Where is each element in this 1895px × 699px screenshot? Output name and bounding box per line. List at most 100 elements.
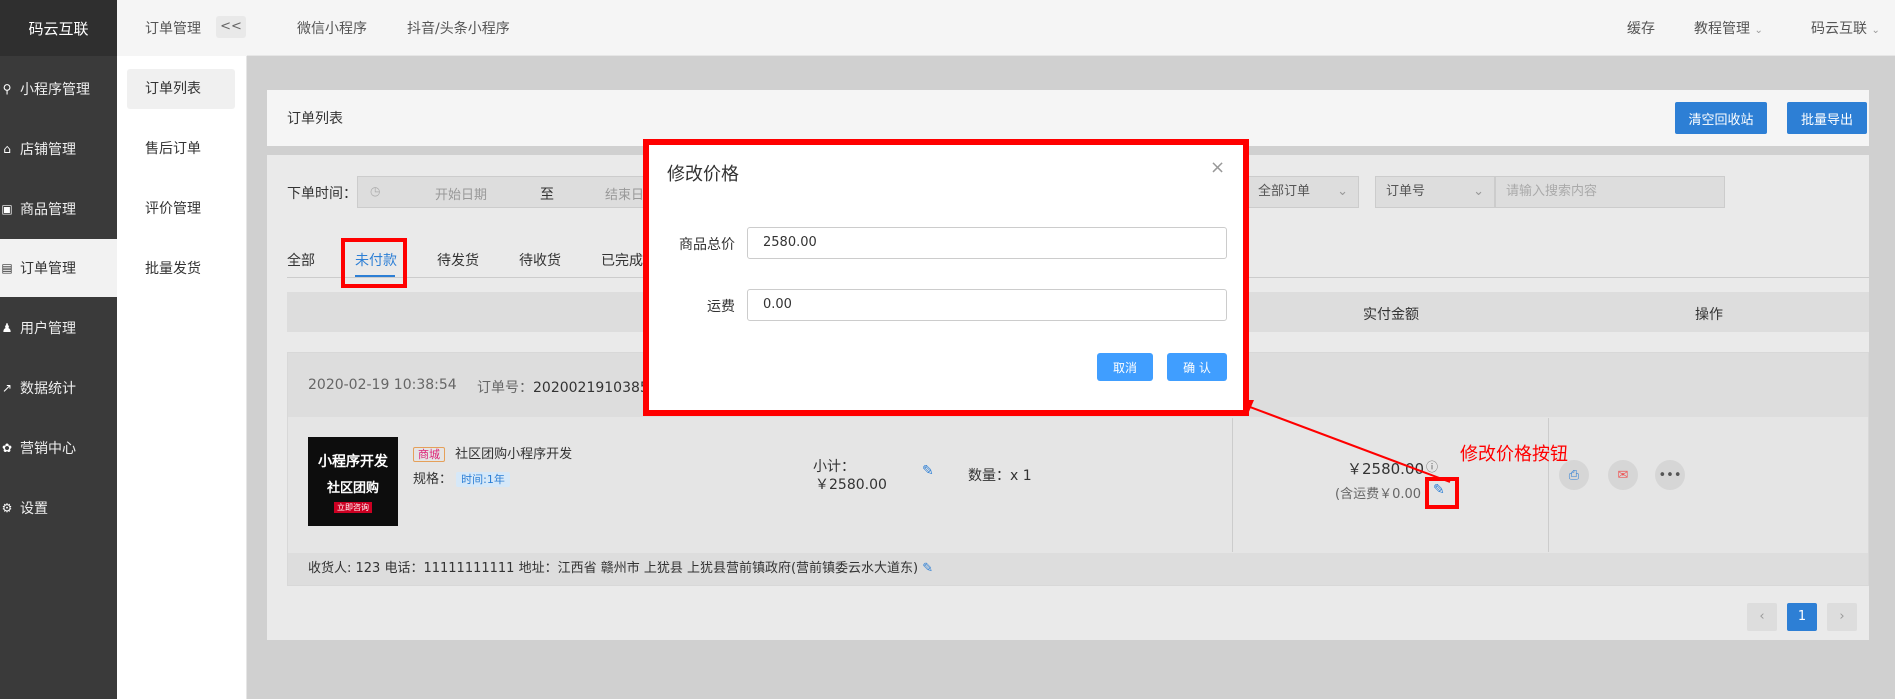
batch-export-button[interactable]: 批量导出 xyxy=(1787,102,1867,134)
sidebar-item-label: 用户管理 xyxy=(20,321,76,337)
tab-to-receive[interactable]: 待收货 xyxy=(519,250,561,270)
subtotal-value: ￥2580.00 xyxy=(815,477,887,493)
chevron-down-icon: ⌄ xyxy=(1871,25,1880,36)
edit-subtotal-icon[interactable]: ✎ xyxy=(922,463,934,479)
sidebar-item-store[interactable]: ⌂ 店铺管理 xyxy=(0,120,117,178)
sidebar-item-users[interactable]: ♟ 用户管理 xyxy=(0,299,117,357)
subnav-item-order-list[interactable]: 订单列表 xyxy=(127,69,235,109)
order-time: 2020-02-19 10:38:54 xyxy=(308,377,457,393)
product-thumbnail[interactable]: 小程序开发 社区团购 立即咨询 xyxy=(308,437,398,526)
top-tutorial-label: 教程管理 xyxy=(1694,21,1750,37)
clock-icon: ◷ xyxy=(370,184,381,198)
date-range-picker[interactable] xyxy=(357,176,647,208)
clear-recycle-button[interactable]: 清空回收站 xyxy=(1675,102,1767,134)
cancel-button[interactable]: 取消 xyxy=(1097,353,1153,381)
subnav-title: 订单管理 xyxy=(145,21,201,37)
shop-tag: 商城 xyxy=(413,447,445,462)
chevron-down-icon: ⌄ xyxy=(1337,184,1348,199)
product-spec-row: 规格： 时间:1年 xyxy=(413,468,510,487)
page-title: 订单列表 xyxy=(287,111,343,127)
top-link-wechat[interactable]: 微信小程序 xyxy=(297,18,367,38)
address-text: 收货人: 123 电话：11111111111 地址：江西省 赣州市 上犹县 上… xyxy=(308,561,919,576)
sidebar-item-label: 小程序管理 xyxy=(20,82,90,98)
tab-to-ship[interactable]: 待发货 xyxy=(437,250,479,270)
order-type-value: 全部订单 xyxy=(1258,184,1311,199)
goods-icon: ▣ xyxy=(1,202,13,216)
close-icon[interactable]: × xyxy=(1210,157,1225,178)
spec-value: 时间:1年 xyxy=(456,472,510,487)
sidebar-item-goods[interactable]: ▣ 商品管理 xyxy=(0,180,117,238)
column-header-action: 操作 xyxy=(1695,307,1723,323)
order-number: 订单号：202002191038548 xyxy=(477,377,667,397)
edit-address-icon[interactable]: ✎ xyxy=(922,561,933,576)
thumbnail-text-2: 社区团购 xyxy=(326,480,379,496)
dialog-title: 修改价格 xyxy=(667,164,739,185)
column-header-paid: 实付金额 xyxy=(1363,307,1419,323)
product-title-row: 商城 社区团购小程序开发 xyxy=(413,443,572,462)
sidebar-item-label: 营销中心 xyxy=(20,441,76,457)
gear-icon: ⚙ xyxy=(1,501,13,515)
subnav-item-aftersale[interactable]: 售后订单 xyxy=(127,129,235,169)
order-number-label: 订单号： xyxy=(477,380,533,396)
column-divider xyxy=(1548,418,1549,552)
sidebar-item-miniprogram[interactable]: ⚲ 小程序管理 xyxy=(0,60,117,118)
chevron-down-icon: ⌄ xyxy=(1754,25,1763,36)
sidebar-item-settings[interactable]: ⚙ 设置 xyxy=(0,479,117,537)
sidebar-item-label: 商品管理 xyxy=(20,202,76,218)
tab-completed[interactable]: 已完成 xyxy=(601,250,643,270)
top-account[interactable]: 码云互联 ⌄ xyxy=(1811,18,1880,38)
sidebar-item-orders[interactable]: ▤ 订单管理 xyxy=(0,239,117,297)
top-link-douyin[interactable]: 抖音/头条小程序 xyxy=(407,18,510,38)
search-field-select[interactable]: 订单号 ⌄ xyxy=(1375,176,1495,208)
sidebar-item-label: 店铺管理 xyxy=(20,142,76,158)
order-type-select[interactable]: 全部订单 ⌄ xyxy=(1247,176,1359,208)
highlight-box-unpaid-tab xyxy=(341,238,407,288)
subtotal-label: 小计： xyxy=(813,459,855,475)
date-separator: 至 xyxy=(540,187,554,203)
subnav-item-batch-ship[interactable]: 批量发货 xyxy=(127,249,235,289)
sidebar-item-label: 订单管理 xyxy=(20,261,76,277)
quantity: 数量：x 1 xyxy=(968,468,1032,484)
collapse-button[interactable]: << xyxy=(216,16,246,38)
sidebar-item-stats[interactable]: ↗ 数据统计 xyxy=(0,359,117,417)
sidebar-item-label: 设置 xyxy=(20,501,48,517)
card-header xyxy=(267,90,1869,146)
shipping-fee-input[interactable]: 0.00 xyxy=(747,289,1227,321)
top-tutorial[interactable]: 教程管理 ⌄ xyxy=(1694,18,1763,38)
order-icon: ▤ xyxy=(1,261,13,275)
sidebar-item-label: 数据统计 xyxy=(20,381,76,397)
more-icon[interactable]: ••• xyxy=(1655,460,1685,490)
message-icon[interactable]: ✉ xyxy=(1608,460,1638,490)
chevron-down-icon: ⌄ xyxy=(1473,184,1484,199)
end-date-input[interactable]: 结束日 xyxy=(605,184,644,203)
brand-logo: 码云互联 xyxy=(0,0,117,56)
marketing-icon: ✿ xyxy=(1,441,13,455)
search-field-value: 订单号 xyxy=(1386,184,1426,199)
thumbnail-text-1: 小程序开发 xyxy=(318,453,388,470)
shipping-fee-label: 运费 xyxy=(707,299,735,315)
annotation-arrow xyxy=(1232,400,1451,483)
pagination-page[interactable]: 1 xyxy=(1787,603,1817,631)
spec-label: 规格： xyxy=(413,472,453,487)
total-price-label: 商品总价 xyxy=(679,237,735,253)
pagination-next[interactable]: › xyxy=(1827,603,1857,631)
pagination-prev[interactable]: ‹ xyxy=(1747,603,1777,631)
tab-all[interactable]: 全部 xyxy=(287,250,315,270)
chart-icon: ↗ xyxy=(1,381,13,395)
start-date-input[interactable]: 开始日期 xyxy=(435,184,487,203)
user-icon: ♟ xyxy=(1,321,13,335)
search-input[interactable]: 请输入搜索内容 xyxy=(1495,176,1725,208)
filter-time-label: 下单时间： xyxy=(287,186,357,202)
total-price-input[interactable]: 2580.00 xyxy=(747,227,1227,259)
subnav-item-reviews[interactable]: 评价管理 xyxy=(127,189,235,229)
product-name[interactable]: 社区团购小程序开发 xyxy=(455,447,572,462)
annotation-label: 修改价格按钮 xyxy=(1460,444,1568,465)
top-account-label: 码云互联 xyxy=(1811,21,1867,37)
confirm-button[interactable]: 确 认 xyxy=(1167,353,1227,381)
thumbnail-text-3: 立即咨询 xyxy=(334,501,372,513)
shipping-address: 收货人: 123 电话：11111111111 地址：江西省 赣州市 上犹县 上… xyxy=(288,553,1868,585)
link-icon: ⚲ xyxy=(2,82,12,96)
store-icon: ⌂ xyxy=(3,142,11,156)
sidebar-item-marketing[interactable]: ✿ 营销中心 xyxy=(0,419,117,477)
top-cache[interactable]: 缓存 xyxy=(1627,18,1655,38)
